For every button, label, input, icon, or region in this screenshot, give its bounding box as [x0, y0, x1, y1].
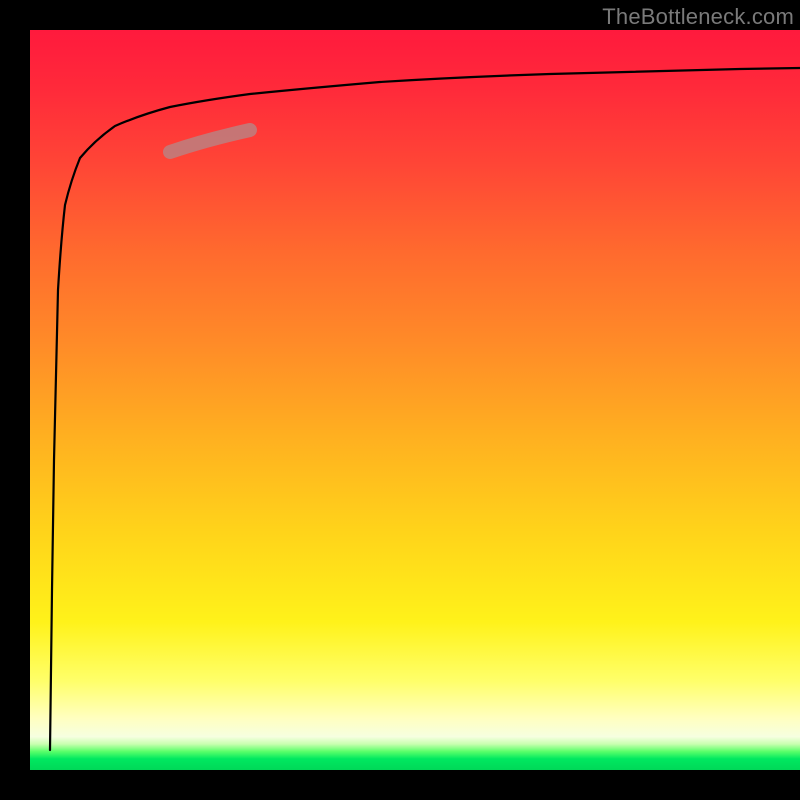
bottleneck-curve — [50, 68, 800, 750]
chart-frame: TheBottleneck.com — [0, 0, 800, 800]
curve-highlight-segment — [170, 130, 250, 152]
watermark-text: TheBottleneck.com — [602, 4, 794, 30]
curve-svg — [30, 30, 800, 770]
plot-gradient-area — [30, 30, 800, 770]
